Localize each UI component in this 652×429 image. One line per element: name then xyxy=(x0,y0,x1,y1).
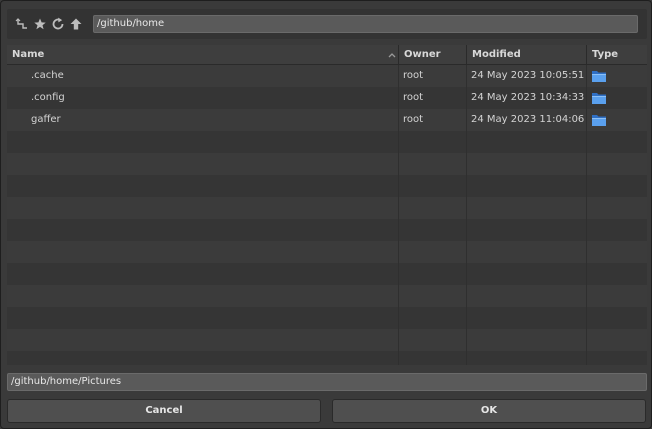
cell-modified xyxy=(467,263,587,285)
table-row[interactable]: .cache root 24 May 2023 10:05:51 xyxy=(7,65,647,87)
cell-name xyxy=(7,197,399,219)
cell-type xyxy=(587,175,647,197)
cell-type xyxy=(587,219,647,241)
cell-name xyxy=(7,307,399,329)
cell-type xyxy=(587,65,647,87)
cell-name xyxy=(7,131,399,153)
cell-type xyxy=(587,263,647,285)
cell-modified xyxy=(467,329,587,351)
sort-ascending-icon xyxy=(388,53,396,58)
cell-modified xyxy=(467,175,587,197)
empty-table-row xyxy=(7,263,647,285)
cell-modified xyxy=(467,351,587,365)
cell-owner xyxy=(399,329,467,351)
empty-table-row xyxy=(7,219,647,241)
column-header-name[interactable]: Name xyxy=(7,45,399,65)
cell-owner xyxy=(399,307,467,329)
folder-icon xyxy=(592,93,606,104)
cell-modified xyxy=(467,197,587,219)
column-header-owner[interactable]: Owner xyxy=(399,45,467,65)
empty-table-row xyxy=(7,131,647,153)
cell-name xyxy=(7,263,399,285)
cell-owner xyxy=(399,219,467,241)
toolbar: /github/home xyxy=(7,9,647,39)
ok-button[interactable]: OK xyxy=(332,399,646,423)
column-header-type[interactable]: Type xyxy=(587,45,647,65)
cell-modified xyxy=(467,153,587,175)
cell-type xyxy=(587,307,647,329)
folder-icon xyxy=(592,71,606,82)
cell-modified xyxy=(467,285,587,307)
cell-type xyxy=(587,285,647,307)
cell-modified: 24 May 2023 11:04:06 xyxy=(467,109,587,131)
cell-owner: root xyxy=(399,65,467,87)
cell-name xyxy=(7,219,399,241)
cell-owner xyxy=(399,197,467,219)
bookmark-star-icon[interactable] xyxy=(33,17,47,31)
cell-name xyxy=(7,329,399,351)
cell-name xyxy=(7,241,399,263)
cancel-button[interactable]: Cancel xyxy=(7,399,321,423)
cell-modified: 24 May 2023 10:34:33 xyxy=(467,87,587,109)
cell-type xyxy=(587,329,647,351)
up-arrow-icon[interactable] xyxy=(69,17,83,31)
table-row[interactable]: .config root 24 May 2023 10:34:33 xyxy=(7,87,647,109)
empty-table-row xyxy=(7,241,647,263)
cell-name: .cache xyxy=(7,65,399,87)
cell-modified xyxy=(467,219,587,241)
cell-owner xyxy=(399,241,467,263)
cell-type xyxy=(587,351,647,365)
cell-modified: 24 May 2023 10:05:51 xyxy=(467,65,587,87)
cell-name xyxy=(7,175,399,197)
empty-table-row xyxy=(7,175,647,197)
cell-name: gaffer xyxy=(7,109,399,131)
cell-owner xyxy=(399,351,467,365)
path-input[interactable]: /github/home xyxy=(93,15,638,33)
folder-icon xyxy=(592,115,606,126)
cell-owner xyxy=(399,285,467,307)
filename-input[interactable]: /github/home/Pictures xyxy=(7,373,647,391)
column-header-modified[interactable]: Modified xyxy=(467,45,587,65)
cell-name xyxy=(7,153,399,175)
parent-directory-icon[interactable] xyxy=(15,17,29,31)
cell-owner xyxy=(399,175,467,197)
column-header-name-label: Name xyxy=(12,49,45,60)
cell-owner: root xyxy=(399,109,467,131)
cell-name: .config xyxy=(7,87,399,109)
cell-name xyxy=(7,285,399,307)
cell-owner: root xyxy=(399,87,467,109)
cell-type xyxy=(587,87,647,109)
file-browser-dialog: /github/home Name Owner Modified Type .c… xyxy=(0,0,652,429)
file-table: Name Owner Modified Type .cache root 24 Ma… xyxy=(7,45,647,365)
cell-type xyxy=(587,197,647,219)
empty-table-row xyxy=(7,307,647,329)
cell-owner xyxy=(399,263,467,285)
cell-type xyxy=(587,241,647,263)
empty-table-row xyxy=(7,329,647,351)
cell-modified xyxy=(467,307,587,329)
refresh-icon[interactable] xyxy=(51,17,65,31)
cell-modified xyxy=(467,241,587,263)
table-body: .cache root 24 May 2023 10:05:51 .config roo… xyxy=(7,65,647,365)
empty-table-row xyxy=(7,285,647,307)
cell-type xyxy=(587,153,647,175)
cell-type xyxy=(587,109,647,131)
empty-table-row xyxy=(7,153,647,175)
cell-owner xyxy=(399,153,467,175)
cell-owner xyxy=(399,131,467,153)
empty-table-row xyxy=(7,197,647,219)
table-header: Name Owner Modified Type xyxy=(7,45,647,65)
cell-modified xyxy=(467,131,587,153)
empty-table-row xyxy=(7,351,647,365)
cell-name xyxy=(7,351,399,365)
cell-type xyxy=(587,131,647,153)
table-row[interactable]: gaffer root 24 May 2023 11:04:06 xyxy=(7,109,647,131)
